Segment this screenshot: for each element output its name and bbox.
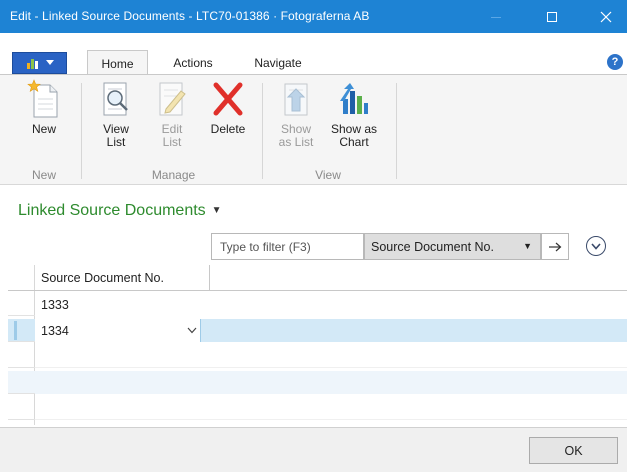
group-label-view: View: [315, 168, 341, 182]
delete-label: Delete: [210, 122, 246, 136]
table-row[interactable]: [8, 345, 627, 368]
table-row[interactable]: [8, 397, 627, 420]
show-as-list-label-2: as List: [278, 135, 314, 149]
dialog-footer: OK: [0, 427, 627, 472]
close-icon: [600, 11, 612, 22]
group-label-manage: Manage: [151, 168, 196, 182]
show-as-chart-button[interactable]: Show as Chart: [325, 79, 383, 149]
source-document-no-editor[interactable]: 1334: [35, 319, 201, 342]
delete-button[interactable]: Delete: [203, 79, 253, 136]
view-list-label-2: List: [106, 135, 126, 149]
new-document-icon: [24, 79, 64, 119]
show-as-list-button[interactable]: Show as List: [273, 79, 319, 149]
row-selector[interactable]: [8, 293, 35, 316]
ribbon: New New View List Edit List Delete Manag…: [0, 74, 627, 185]
minimize-button[interactable]: [473, 0, 519, 33]
help-icon[interactable]: ?: [607, 54, 623, 70]
new-button[interactable]: New: [22, 79, 66, 136]
expand-filter-button[interactable]: [586, 236, 606, 256]
row-selector[interactable]: [8, 345, 35, 368]
selection-marker: [14, 321, 17, 340]
chevron-down-icon: ▼: [523, 241, 532, 251]
arrow-right-icon: [549, 242, 562, 251]
header-divider: [8, 290, 627, 291]
ok-button[interactable]: OK: [529, 437, 618, 464]
window-title: Edit - Linked Source Documents - LTC70-0…: [10, 9, 370, 23]
row-selector[interactable]: [8, 371, 35, 394]
edit-list-label-2: List: [162, 135, 182, 149]
edit-list-icon: [152, 79, 192, 119]
filter-input[interactable]: Type to filter (F3): [211, 233, 364, 260]
group-label-new: New: [31, 168, 56, 182]
delete-icon: [208, 79, 248, 119]
ribbon-tabs: Home Actions Navigate ?: [0, 33, 627, 76]
show-as-chart-icon: [334, 79, 374, 119]
close-button[interactable]: [583, 0, 627, 33]
ribbon-separator: [81, 83, 82, 179]
chevron-down-icon: ▼: [211, 205, 222, 216]
tab-navigate[interactable]: Navigate: [240, 50, 316, 75]
tab-home[interactable]: Home: [87, 50, 148, 76]
chevron-down-icon: [187, 327, 197, 334]
show-as-list-icon: [276, 79, 316, 119]
show-as-chart-label-2: Chart: [339, 135, 369, 149]
table-row[interactable]: [8, 371, 627, 394]
source-document-no-cell: 1334: [41, 324, 69, 338]
view-list-button[interactable]: View List: [94, 79, 138, 149]
row-selector[interactable]: [8, 397, 35, 420]
page-title[interactable]: Linked Source Documents ▼: [18, 202, 222, 220]
source-document-no-cell: 1333: [41, 298, 69, 312]
table-row[interactable]: 1333: [8, 293, 627, 316]
edit-list-button[interactable]: Edit List: [150, 79, 194, 149]
chevron-down-icon: [45, 60, 54, 65]
maximize-icon: [547, 11, 557, 22]
view-list-icon: [96, 79, 136, 119]
filter-field-label: Source Document No.: [371, 240, 494, 254]
page-title-text: Linked Source Documents: [18, 202, 206, 219]
ribbon-separator: [262, 83, 263, 179]
row-selector[interactable]: [8, 319, 35, 342]
minimize-icon: [491, 16, 501, 18]
new-button-label: New: [31, 122, 56, 136]
filter-field-select[interactable]: Source Document No. ▼: [364, 233, 541, 260]
apply-filter-button[interactable]: [541, 233, 569, 260]
ribbon-separator: [396, 83, 397, 179]
maximize-button[interactable]: [529, 0, 575, 33]
application-menu-button[interactable]: [12, 52, 67, 74]
app-logo-icon: [26, 59, 38, 69]
column-header-source-document-no[interactable]: Source Document No.: [35, 265, 210, 290]
records-grid: Source Document No. 1333 1334: [8, 265, 627, 425]
chevron-down-icon: [591, 242, 601, 250]
window-titlebar: Edit - Linked Source Documents - LTC70-0…: [0, 0, 627, 33]
tab-actions[interactable]: Actions: [163, 50, 223, 75]
table-row-selected[interactable]: 1334: [8, 319, 627, 342]
